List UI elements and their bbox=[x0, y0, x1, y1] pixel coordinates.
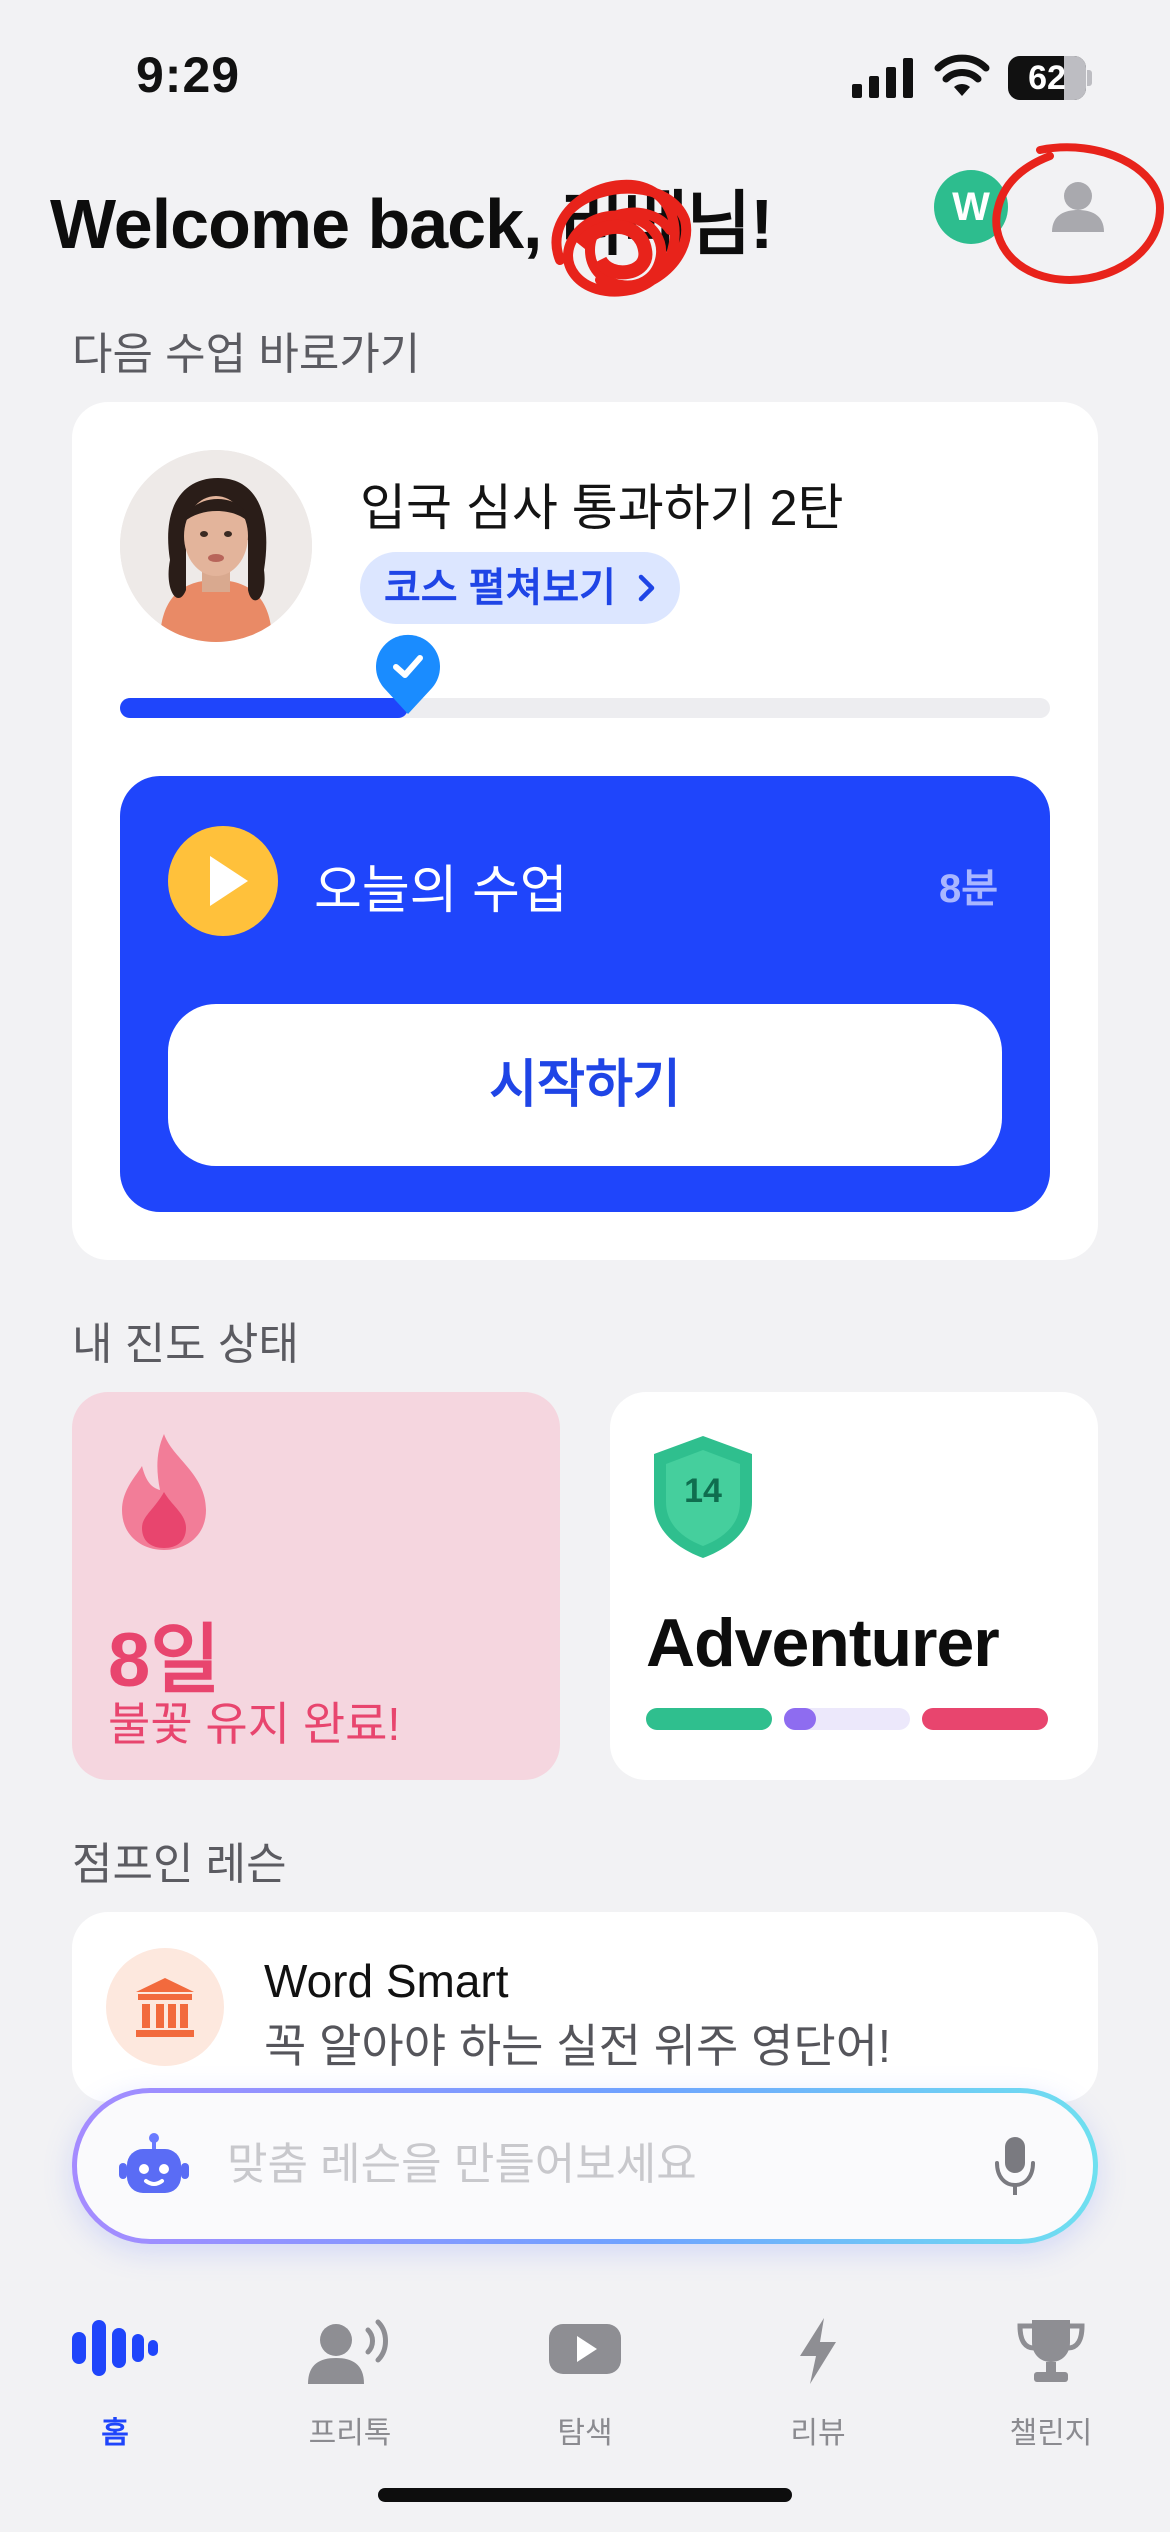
tab-explore-label: 탐색 bbox=[557, 2417, 613, 2450]
ai-prompt-bar bbox=[72, 2088, 1098, 2244]
course-icon-circle bbox=[106, 1948, 224, 2066]
tab-home-label: 홈 bbox=[101, 2417, 129, 2450]
tab-freetalk-label: 프리톡 bbox=[308, 2417, 392, 2450]
view-course-label: 코스 펼쳐보기 bbox=[384, 566, 616, 610]
cellular-signal-icon bbox=[852, 58, 913, 98]
lesson-progress-track bbox=[120, 698, 1050, 718]
robot-icon bbox=[119, 2133, 189, 2193]
view-course-button[interactable]: 코스 펼쳐보기 bbox=[360, 552, 680, 624]
lesson-progress-fill bbox=[120, 698, 409, 718]
play-icon bbox=[168, 826, 278, 936]
lesson-prompt-input[interactable] bbox=[227, 2135, 877, 2195]
level-name: Adventurer bbox=[646, 1605, 1000, 1681]
wifi-icon bbox=[934, 54, 990, 96]
jump-in-lesson-card[interactable]: Word Smart 꼭 알아야 하는 실전 위주 영단어! bbox=[72, 1912, 1098, 2102]
home-indicator bbox=[378, 2488, 792, 2502]
tab-home[interactable]: 홈 bbox=[30, 2308, 200, 2458]
section-label-jump-in: 점프인 레슨 bbox=[72, 1840, 287, 1889]
chevron-right-icon bbox=[638, 574, 655, 602]
jump-in-title: Word Smart bbox=[264, 1955, 509, 2007]
progress-checkpoint-icon bbox=[376, 634, 441, 714]
freetalk-icon bbox=[308, 2319, 388, 2384]
bank-icon bbox=[136, 1978, 194, 2037]
today-lesson-panel: 오늘의 수업 8분 시작하기 bbox=[120, 776, 1050, 1212]
tab-challenge-label: 챌린지 bbox=[1009, 2417, 1093, 2450]
tutor-portrait bbox=[120, 450, 312, 642]
voice-wave-icon bbox=[72, 2320, 158, 2376]
lesson-title: 입국 심사 통과하기 2탄 bbox=[360, 480, 844, 536]
today-lesson-title: 오늘의 수업 bbox=[314, 862, 568, 920]
welcome-title: Welcome back, 리베님! bbox=[50, 185, 773, 263]
level-bar-fill-2 bbox=[784, 1708, 816, 1730]
flame-icon bbox=[122, 1434, 206, 1550]
person-icon bbox=[1052, 182, 1104, 232]
level-number: 14 bbox=[684, 1472, 722, 1510]
lesson-duration: 8분 bbox=[938, 867, 998, 911]
profile-button[interactable] bbox=[1040, 170, 1116, 246]
status-time: 9:29 bbox=[136, 47, 241, 103]
tab-challenge[interactable]: 챌린지 bbox=[966, 2308, 1136, 2458]
tutor-avatar bbox=[120, 450, 312, 642]
battery-icon: 62 bbox=[1008, 56, 1092, 100]
battery-body: 62 bbox=[1008, 56, 1086, 100]
battery-nub bbox=[1087, 70, 1092, 86]
battery-level: 62 bbox=[1028, 59, 1066, 97]
streak-card[interactable]: 8일 불꽃 유지 완료! bbox=[72, 1392, 560, 1780]
status-bar: 9:29 62 bbox=[0, 0, 1170, 150]
lightning-icon bbox=[800, 2318, 836, 2384]
streak-message: 불꽃 유지 완료! bbox=[108, 1698, 401, 1750]
tab-review-label: 리뷰 bbox=[790, 2417, 846, 2450]
level-bar-3 bbox=[922, 1708, 1048, 1730]
tab-review[interactable]: 리뷰 bbox=[733, 2308, 903, 2458]
level-bar-1 bbox=[646, 1708, 772, 1730]
play-icon bbox=[549, 2324, 621, 2374]
level-card[interactable]: 14 Adventurer bbox=[610, 1392, 1098, 1780]
jump-in-subtitle: 꼭 알아야 하는 실전 위주 영단어! bbox=[264, 2020, 891, 2072]
section-label-next-lesson: 다음 수업 바로가기 bbox=[72, 330, 421, 379]
trophy-icon bbox=[1017, 2320, 1085, 2382]
next-lesson-card: 입국 심사 통과하기 2탄 코스 펼쳐보기 오늘의 수업 8분 시작하기 bbox=[72, 402, 1098, 1260]
start-lesson-button[interactable]: 시작하기 bbox=[168, 1004, 1002, 1166]
tab-explore[interactable]: 탐색 bbox=[500, 2308, 670, 2458]
coin-balance-button[interactable]: W bbox=[934, 170, 1008, 244]
microphone-icon[interactable] bbox=[993, 2135, 1037, 2199]
tab-freetalk[interactable]: 프리톡 bbox=[265, 2308, 435, 2458]
section-label-progress: 내 진도 상태 bbox=[72, 1320, 299, 1369]
home-screen: 9:29 62 Welcome back, 리베님! W 다음 수업 바로가기 … bbox=[0, 0, 1170, 2532]
ai-prompt-inner bbox=[77, 2093, 1093, 2239]
